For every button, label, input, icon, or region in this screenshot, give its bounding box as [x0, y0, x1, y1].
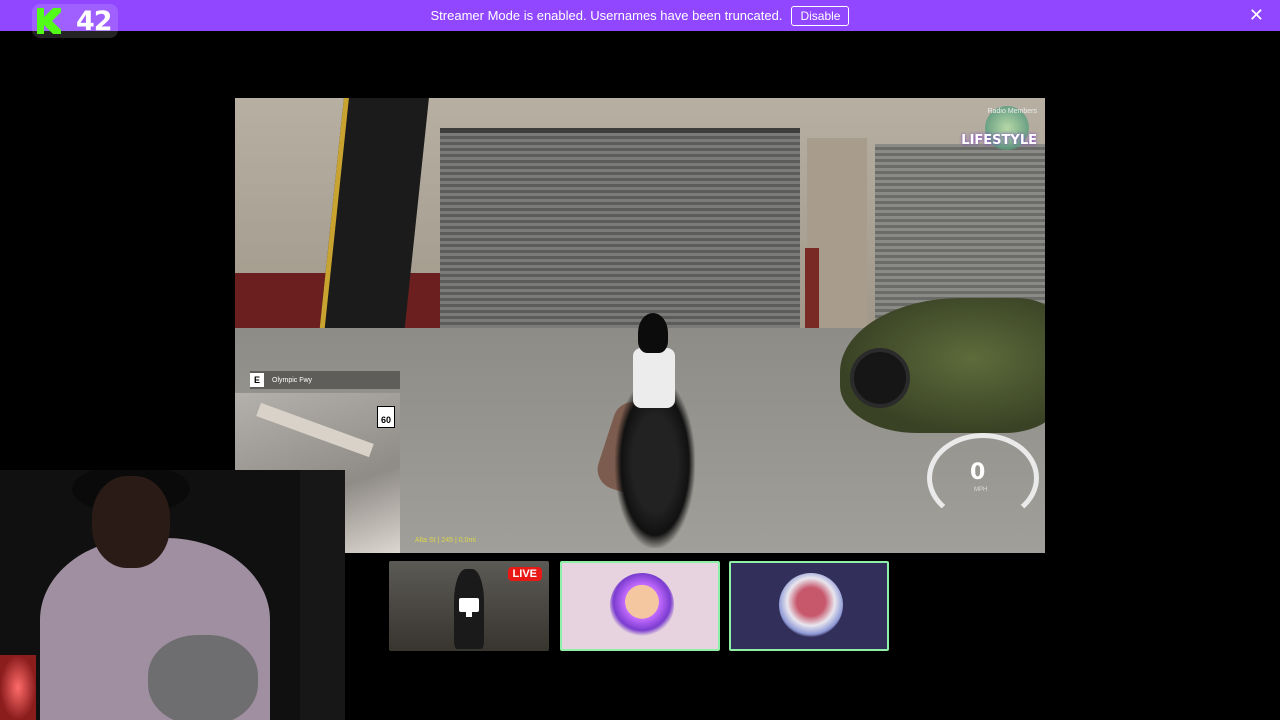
camera-icon	[459, 598, 479, 617]
thumbnail-stream-1[interactable]: LIVE	[389, 561, 549, 651]
webcam-lamp	[0, 655, 36, 720]
thumbnail-stream-3[interactable]	[729, 561, 889, 651]
hud-location: E Olympic Fwy	[250, 371, 400, 389]
hud-radio-label: Radio Members	[987, 108, 1037, 115]
hud-speed-value: 0	[970, 460, 986, 485]
scene-rider-hair	[638, 313, 668, 353]
webcam-overlay	[0, 470, 345, 720]
webcam-pillow	[148, 635, 258, 720]
logo-text: 42	[76, 5, 113, 37]
thumbnail-stream-2[interactable]	[560, 561, 720, 651]
avatar	[610, 573, 674, 637]
kick-logo-icon	[37, 8, 61, 34]
avatar	[779, 573, 843, 637]
hud-speed-limit: 60	[377, 406, 395, 428]
disable-button[interactable]: Disable	[791, 5, 850, 26]
hud-server-name: LIFESTYLE	[961, 133, 1037, 148]
live-badge: LIVE	[507, 567, 542, 581]
hud-compass-key: E	[250, 373, 264, 387]
hud-server-logo: Radio Members LIFESTYLE	[957, 108, 1037, 192]
hud-location-name: Olympic Fwy	[272, 376, 313, 384]
webcam-chair	[300, 470, 345, 720]
hud-speed-unit: MPH	[974, 487, 988, 493]
scene-car-tire	[850, 348, 910, 408]
banner-message: Streamer Mode is enabled. Usernames have…	[430, 8, 783, 23]
scene-pillar-base	[805, 248, 819, 333]
close-icon[interactable]: ✕	[1249, 5, 1264, 25]
scene-rider	[633, 348, 675, 408]
hud-street-info: Alta St | 245 | 0.0mi	[415, 537, 476, 544]
brand-logo[interactable]: 42	[32, 4, 118, 38]
stream-video-player[interactable]: Radio Members LIFESTYLE E Olympic Fwy 60…	[235, 98, 1045, 553]
stream-thumbnails: LIVE	[389, 561, 891, 653]
streamer-mode-banner: Streamer Mode is enabled. Usernames have…	[0, 0, 1280, 31]
scene-garage-door	[440, 128, 800, 361]
webcam-face	[92, 476, 170, 568]
